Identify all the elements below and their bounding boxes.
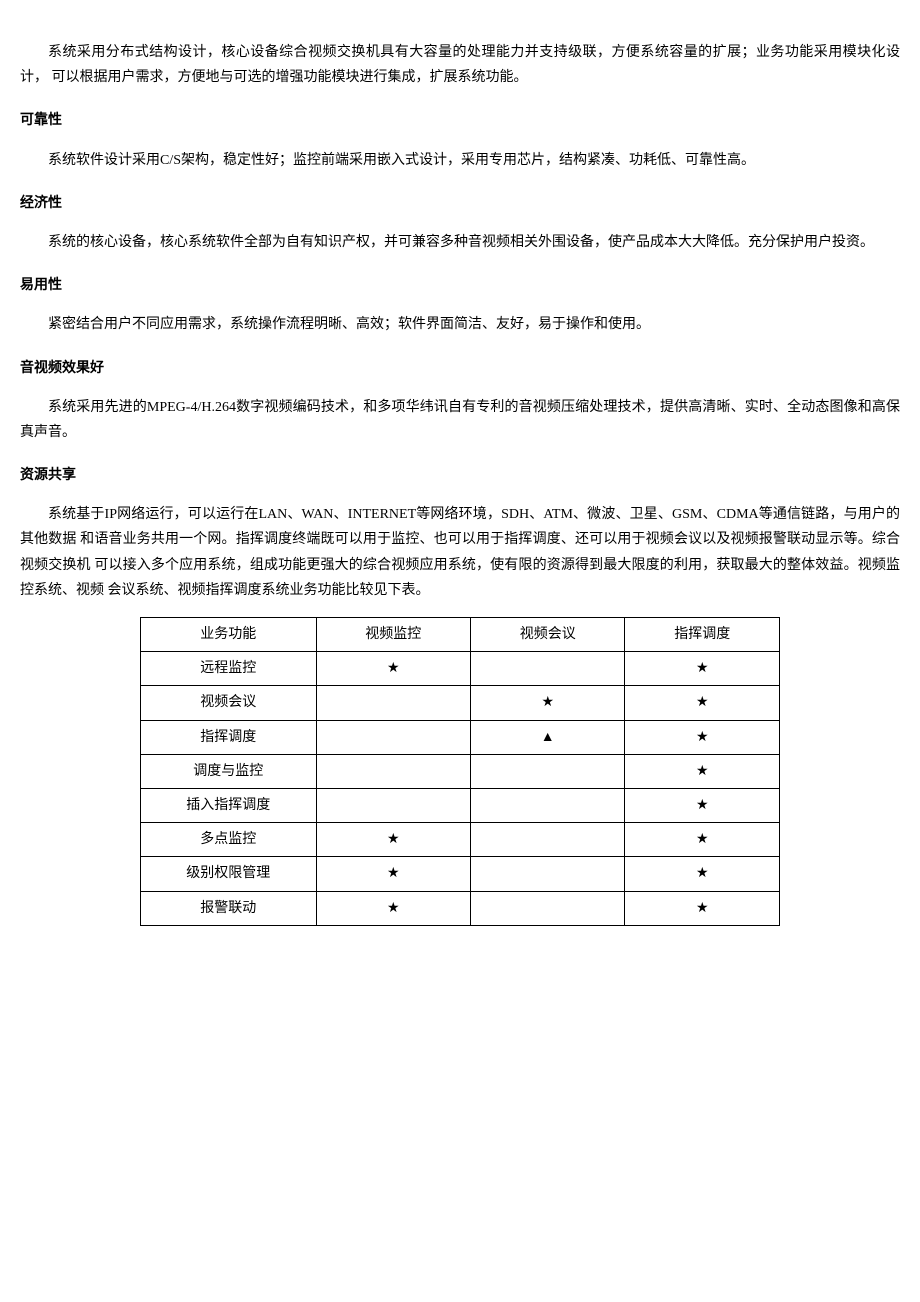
td-label: 调度与监控 <box>141 754 317 788</box>
table-row: 报警联动 ★ ★ <box>141 891 780 925</box>
td-cell: ★ <box>625 891 780 925</box>
th-command-dispatch: 指挥调度 <box>625 618 780 652</box>
table-row: 调度与监控 ★ <box>141 754 780 788</box>
td-cell <box>316 788 470 822</box>
td-cell <box>470 857 624 891</box>
td-label: 级别权限管理 <box>141 857 317 891</box>
table-row: 远程监控 ★ ★ <box>141 652 780 686</box>
td-cell <box>470 788 624 822</box>
paragraph-resource-sharing: 系统基于IP网络运行，可以运行在LAN、WAN、INTERNET等网络环境，SD… <box>20 502 900 603</box>
td-label: 报警联动 <box>141 891 317 925</box>
td-cell: ★ <box>316 823 470 857</box>
td-label: 远程监控 <box>141 652 317 686</box>
td-cell: ★ <box>316 857 470 891</box>
table-row: 视频会议 ★ ★ <box>141 686 780 720</box>
td-label: 指挥调度 <box>141 720 317 754</box>
td-label: 多点监控 <box>141 823 317 857</box>
td-label: 插入指挥调度 <box>141 788 317 822</box>
td-cell: ★ <box>625 823 780 857</box>
td-cell <box>316 686 470 720</box>
td-cell: ★ <box>470 686 624 720</box>
td-cell <box>470 652 624 686</box>
paragraph-usability: 紧密结合用户不同应用需求，系统操作流程明晰、高效；软件界面简洁、友好，易于操作和… <box>20 312 900 337</box>
td-cell: ★ <box>625 754 780 788</box>
feature-comparison-table: 业务功能 视频监控 视频会议 指挥调度 远程监控 ★ ★ 视频会议 ★ ★ 指挥… <box>140 617 780 926</box>
paragraph-reliability: 系统软件设计采用C/S架构，稳定性好；监控前端采用嵌入式设计，采用专用芯片，结构… <box>20 148 900 173</box>
td-label: 视频会议 <box>141 686 317 720</box>
table-row: 指挥调度 ▲ ★ <box>141 720 780 754</box>
td-cell: ★ <box>625 720 780 754</box>
td-cell: ★ <box>625 788 780 822</box>
td-cell <box>470 891 624 925</box>
paragraph-intro: 系统采用分布式结构设计，核心设备综合视频交换机具有大容量的处理能力并支持级联，方… <box>20 40 900 90</box>
td-cell: ▲ <box>470 720 624 754</box>
td-cell <box>470 754 624 788</box>
td-cell <box>316 720 470 754</box>
heading-reliability: 可靠性 <box>20 108 900 133</box>
table-header-row: 业务功能 视频监控 视频会议 指挥调度 <box>141 618 780 652</box>
td-cell: ★ <box>316 652 470 686</box>
td-cell: ★ <box>316 891 470 925</box>
th-video-conf: 视频会议 <box>470 618 624 652</box>
paragraph-av-quality: 系统采用先进的MPEG-4/H.264数字视频编码技术，和多项华纬讯自有专利的音… <box>20 395 900 445</box>
td-cell <box>470 823 624 857</box>
heading-usability: 易用性 <box>20 273 900 298</box>
table-row: 级别权限管理 ★ ★ <box>141 857 780 891</box>
th-video-monitor: 视频监控 <box>316 618 470 652</box>
table-row: 多点监控 ★ ★ <box>141 823 780 857</box>
td-cell: ★ <box>625 686 780 720</box>
td-cell <box>316 754 470 788</box>
td-cell: ★ <box>625 857 780 891</box>
th-feature: 业务功能 <box>141 618 317 652</box>
heading-av-quality: 音视频效果好 <box>20 356 900 381</box>
table-row: 插入指挥调度 ★ <box>141 788 780 822</box>
heading-economy: 经济性 <box>20 191 900 216</box>
paragraph-economy: 系统的核心设备，核心系统软件全部为自有知识产权，并可兼容多种音视频相关外围设备，… <box>20 230 900 255</box>
heading-resource-sharing: 资源共享 <box>20 463 900 488</box>
td-cell: ★ <box>625 652 780 686</box>
